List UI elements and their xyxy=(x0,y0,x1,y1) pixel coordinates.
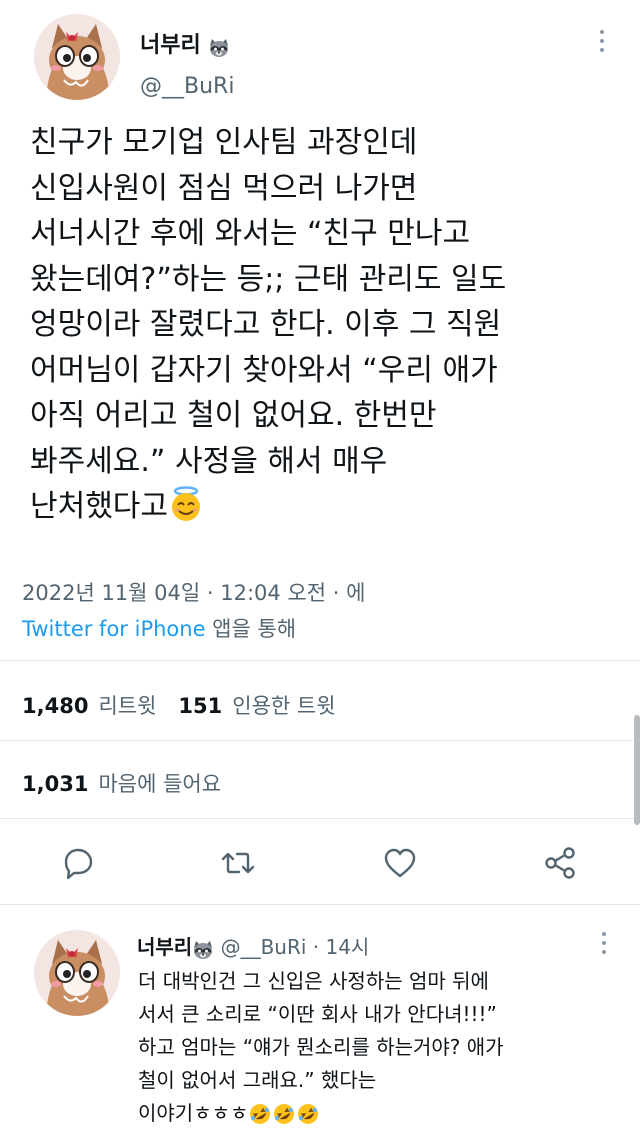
reply-text-line: 서서 큰 소리로 “이딴 회사 내가 안다녀!!!” xyxy=(138,1002,497,1026)
avatar[interactable] xyxy=(34,930,120,1016)
tweet-text-line: 봐주세요.” 사정을 해서 매우 xyxy=(30,443,388,479)
retweet-count: 1,480 xyxy=(22,694,89,718)
like-label: 마음에 들어요 xyxy=(98,772,222,796)
smiling-face-with-halo-icon xyxy=(168,486,204,536)
rolling-on-floor-laughing-icon xyxy=(296,1102,320,1136)
tweet-text-line: 아직 어리고 철이 없어요. 한번만 xyxy=(30,398,437,433)
reply-handle-time[interactable]: @__BuRi · 14시 xyxy=(221,935,370,959)
quote-count: 151 xyxy=(178,694,223,718)
tweet-text-line: 서너시간 후에 와서는 “친구 만나고 xyxy=(30,216,471,251)
reply-text-line: 철이 없어서 그래요.” 했다는 xyxy=(138,1068,377,1092)
retweet-icon[interactable] xyxy=(218,843,258,883)
divider xyxy=(0,904,640,905)
reply-text-line: 더 대박인건 그 신입은 사정하는 엄마 뒤에 xyxy=(138,969,489,993)
reply-text-last-line: 이야기ㅎㅎㅎ xyxy=(138,1097,608,1136)
divider xyxy=(0,740,640,741)
heart-icon[interactable] xyxy=(380,843,420,883)
rolling-on-floor-laughing-icon xyxy=(272,1102,296,1136)
retweet-label: 리트윗 xyxy=(98,694,157,718)
main-tweet: 너부리 @__BuRi 친구가 모기업 인사팀 과장인데 신입사원이 점심 먹으… xyxy=(0,0,640,905)
divider xyxy=(0,818,640,819)
comment-icon[interactable] xyxy=(58,843,98,883)
scrollbar[interactable] xyxy=(634,715,640,825)
like-count: 1,031 xyxy=(22,772,89,796)
source-link[interactable]: Twitter for iPhone xyxy=(22,617,206,641)
tweet-text-line: 어머님이 갑자기 찾아와서 “우리 애가 xyxy=(30,352,498,388)
reply-text: 더 대박인건 그 신입은 사정하는 엄마 뒤에 서서 큰 소리로 “이딴 회사 … xyxy=(138,965,608,1136)
divider xyxy=(0,660,640,661)
raccoon-icon xyxy=(208,38,230,64)
display-name[interactable]: 너부리 xyxy=(140,27,230,64)
tweet-text: 친구가 모기업 인사팀 과장인데 신입사원이 점심 먹으러 나가면 서너시간 후… xyxy=(30,120,630,536)
avatar[interactable] xyxy=(34,14,120,100)
tweet-text-line: 신입사원이 점심 먹으러 나가면 xyxy=(30,170,418,206)
reply-tweet[interactable]: 너부리 @__BuRi · 14시 더 대박인건 그 신입은 사정하는 엄마 뒤… xyxy=(0,920,640,1145)
tweet-text-line: 엉망이라 잘렸다고 한다. 이후 그 직원 xyxy=(30,307,502,342)
tweet-actions xyxy=(0,835,640,891)
rolling-on-floor-laughing-icon xyxy=(248,1102,272,1136)
raccoon-icon xyxy=(192,940,214,965)
share-icon[interactable] xyxy=(540,843,580,883)
display-name-text: 너부리 xyxy=(140,33,201,58)
reply-text-line: 이야기ㅎㅎㅎ xyxy=(138,1101,249,1125)
more-options-icon[interactable] xyxy=(596,30,608,56)
retweet-stats[interactable]: 1,480 리트윗 151 인용한 트윗 xyxy=(22,690,358,720)
tweet-source: Twitter for iPhone 앱을 통해 xyxy=(22,613,296,643)
tweet-text-line: 왔는데여?”하는 등;; 근태 관리도 일도 xyxy=(30,261,507,297)
quote-label: 인용한 트윗 xyxy=(232,694,336,718)
reply-text-line: 하고 엄마는 “얘가 뭔소리를 하는거야? 애가 xyxy=(138,1035,504,1059)
tweet-text-line: 난처했다고 xyxy=(30,489,168,524)
tweet-timestamp[interactable]: 2022년 11월 04일 · 12:04 오전 · 에 xyxy=(22,577,365,607)
reply-display-name[interactable]: 너부리 xyxy=(137,935,192,959)
source-suffix: 앱을 통해 xyxy=(205,617,297,641)
handle[interactable]: @__BuRi xyxy=(140,74,234,99)
like-stats[interactable]: 1,031 마음에 들어요 xyxy=(22,768,243,798)
more-options-icon[interactable] xyxy=(598,932,610,958)
reply-header: 너부리 @__BuRi · 14시 xyxy=(137,931,369,965)
tweet-text-line: 친구가 모기업 인사팀 과장인데 xyxy=(30,125,418,160)
tweet-text-last-line: 난처했다고 xyxy=(30,484,630,536)
